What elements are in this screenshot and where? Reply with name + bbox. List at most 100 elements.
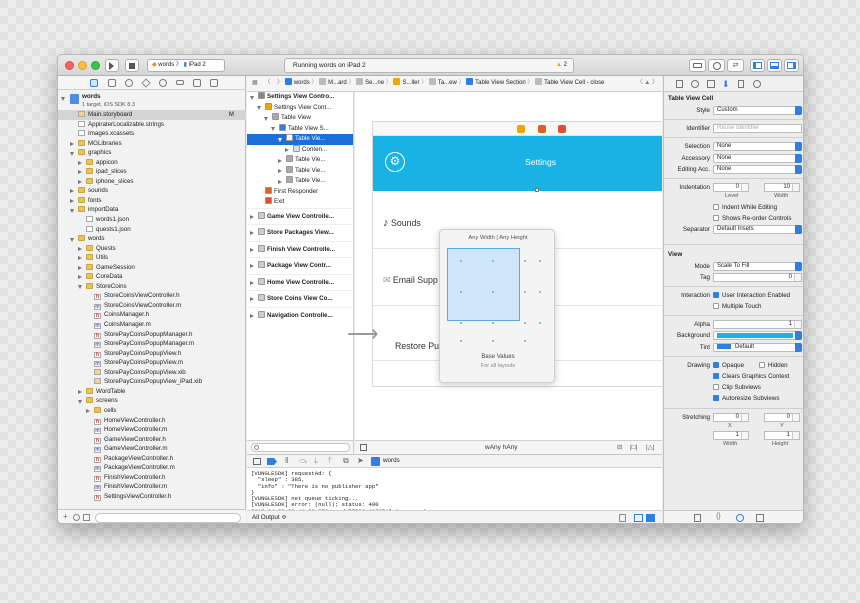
file-row[interactable]: h StorePayCoinsPopupView.h [58,349,246,359]
file-row[interactable]: MGLibraries [58,139,246,149]
disclosure-closed-icon[interactable] [278,179,282,184]
tint-popup[interactable]: Default [713,342,802,352]
scene-row[interactable]: Home View Controlle... [247,273,353,291]
file-row[interactable]: sounds [58,186,246,196]
outline-row[interactable]: Exit [247,197,353,208]
style-popup[interactable]: Custom [713,106,802,115]
size-class-cell[interactable] [460,291,462,293]
disclosure-closed-icon[interactable] [250,297,254,301]
issue-navigation-icon[interactable]: 〈 ▲ 〉 [637,76,658,91]
pin-icon[interactable]: |□| [630,441,637,454]
size-class-cell[interactable] [539,260,541,262]
folder-icon[interactable] [90,79,98,87]
size-class-cell[interactable] [524,322,526,324]
version-editor-button[interactable]: ⇄ [727,59,744,72]
clears-checkbox[interactable]: Clears Graphics Context [713,373,789,380]
path-item[interactable]: Se...ne [365,80,384,86]
size-class-cell[interactable] [524,340,526,342]
file-row[interactable]: Utils [58,253,246,263]
file-row[interactable]: h CoinsManager.h [58,310,246,320]
file-row[interactable]: StorePayCoinsPopupView.xib [58,368,246,378]
indent-level-stepper[interactable]: 0 [713,182,749,192]
view-debug-icon[interactable]: ⧉ [343,456,349,466]
help-inspector-icon[interactable] [691,80,699,88]
size-class-cell[interactable] [492,291,494,293]
editing-accessory-popup[interactable]: None [713,164,802,174]
resolve-icon[interactable]: |△| [646,441,654,454]
size-class-cell[interactable] [524,260,526,262]
disclosure-open-icon[interactable] [271,127,275,131]
file-row[interactable]: h SettingsViewController.h [58,492,246,502]
disclosure-closed-icon[interactable] [250,214,254,219]
file-row[interactable]: h PackageViewController.h [58,454,246,464]
trash-icon[interactable] [619,514,626,522]
restore-cell[interactable]: Restore Pu [395,341,439,351]
disclosure-closed-icon[interactable] [250,264,254,268]
scene-row[interactable]: Game View Controlle... [247,207,353,225]
file-row[interactable]: m CoinsManager.m [58,320,246,330]
align-icon[interactable]: ⊟ [617,441,622,454]
exit-icon[interactable] [558,125,566,133]
multiple-touch-checkbox[interactable]: Multiple Touch [713,303,761,310]
view-controller-icon[interactable] [517,125,525,133]
disclosure-closed-icon[interactable] [78,265,82,270]
file-row[interactable]: ipad_slices [58,167,246,177]
disclosure-closed-icon[interactable] [70,141,74,146]
scene-row[interactable]: Finish View Controlle... [247,240,353,258]
file-template-icon[interactable] [694,514,701,522]
file-row[interactable]: m PackageViewController.m [58,463,246,473]
scene-row[interactable]: Navigation Controlle... [247,306,353,324]
outline-row[interactable]: Conten... [247,144,353,156]
identity-inspector-icon[interactable] [707,80,715,88]
symbol-icon[interactable] [108,79,116,87]
disclosure-closed-icon[interactable] [70,198,74,203]
media-library-icon[interactable] [756,514,764,522]
scene-row[interactable]: Package View Contr... [247,257,353,274]
outline-row[interactable]: First Responder [247,186,353,198]
disclosure-closed-icon[interactable] [78,389,82,394]
disclosure-open-icon[interactable] [70,237,74,242]
stretch-y-stepper[interactable]: 0 [764,412,800,422]
disclosure-closed-icon[interactable] [86,408,90,413]
disclosure-open-icon[interactable] [78,285,82,290]
recent-icon[interactable] [73,514,80,521]
output-selector[interactable]: All Output ≎ [252,514,287,521]
breakpoint-icon[interactable] [193,79,201,87]
outline-row[interactable]: Table Vie... [247,134,353,145]
file-row[interactable]: m StorePayCoinsPopupView.m [58,358,246,368]
stretch-height-stepper[interactable]: 1 [764,430,800,440]
file-row[interactable]: Quests [58,244,246,254]
file-row[interactable]: importData [58,205,246,215]
step-in-icon[interactable]: ⤓ [314,456,318,466]
disclosure-closed-icon[interactable] [250,231,254,235]
file-row[interactable]: Main.storyboard M [58,110,246,120]
file-row[interactable]: WordTable [58,387,246,397]
alpha-stepper[interactable]: 1 [713,320,802,330]
file-row[interactable]: h StorePayCoinsPopupManager.h [58,330,246,340]
debug-target[interactable]: words [383,457,400,464]
stretch-width-stepper[interactable]: 1 [713,430,749,440]
file-row[interactable]: m GameViewController.m [58,444,246,454]
split-left-icon[interactable] [634,514,643,522]
file-row[interactable]: graphics [58,148,246,158]
add-icon[interactable]: + [63,512,68,521]
disclosure-closed-icon[interactable] [278,158,282,163]
disclosure-closed-icon[interactable] [285,148,289,152]
disclosure-closed-icon[interactable] [278,169,282,173]
pause-icon[interactable]: ‖ [285,456,288,465]
file-row[interactable]: iphone_slices [58,177,246,187]
autoresize-checkbox[interactable]: Autoresize Subviews [713,395,779,402]
size-class-cell[interactable] [492,260,494,262]
path-item[interactable]: Table View Section [475,80,526,86]
file-row[interactable]: screens [58,396,246,406]
disclosure-open-icon[interactable] [61,97,65,101]
warning-badge[interactable]: ▲ 2 [556,59,567,72]
outline-row[interactable]: Settings View Cont... [247,102,353,114]
file-row[interactable]: Images.xcassets [58,129,246,139]
minimize-window-button[interactable] [78,61,87,70]
search-icon[interactable] [125,79,133,87]
file-row[interactable]: h HomeViewController.h [58,416,246,426]
hide-debug-icon[interactable] [253,458,261,465]
disclosure-closed-icon[interactable] [250,313,254,318]
stop-button[interactable] [125,59,139,72]
